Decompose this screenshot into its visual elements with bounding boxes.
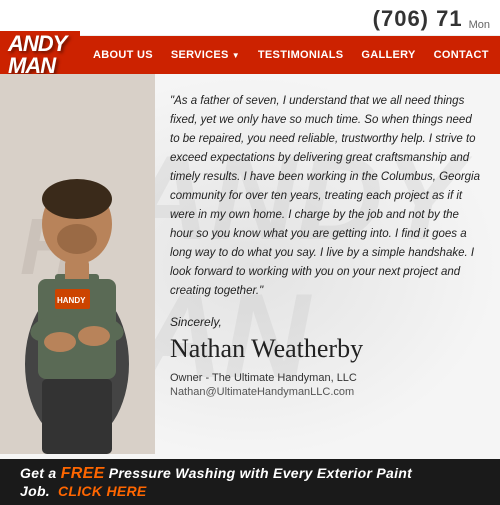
person-svg: H HANDY [0,74,155,454]
logo-area[interactable]: ANDY MAN [0,31,80,79]
logo-line1: ANDY [8,33,66,55]
owner-email: Nathan@UltimateHandymanLLC.com [170,386,480,398]
svg-text:HANDY: HANDY [57,296,86,305]
banner-prefix: Get a [20,465,61,481]
phone-number[interactable]: (706) 71 [373,6,463,32]
sincerely-text: Sincerely, [170,315,480,329]
nav-links: ABOUT US SERVICES ▼ TESTIMONIALS GALLERY… [80,36,500,74]
nav-item-contact[interactable]: CONTACT [425,36,498,74]
hours-label: Mon [469,19,490,31]
nav-item-about[interactable]: ABOUT US [84,36,162,74]
navbar: ANDY MAN ABOUT US SERVICES ▼ TESTIMONIAL… [0,36,500,74]
logo: ANDY MAN [8,33,66,77]
nav-item-testimonials[interactable]: TESTIMONIALS [249,36,353,74]
banner-free-label: FREE [61,465,105,482]
dropdown-arrow-icon: ▼ [232,51,240,60]
main-content: HANDYMAN H HANDY [0,74,500,459]
bottom-banner[interactable]: Get a FREE Pressure Washing with Every E… [0,459,500,505]
person-image-area: H HANDY [0,74,155,459]
quote-area: "As a father of seven, I understand that… [155,74,500,459]
banner-text: Get a FREE Pressure Washing with Every E… [20,465,480,499]
banner-cta[interactable]: CLICK HERE [58,483,147,499]
nav-item-gallery[interactable]: GALLERY [352,36,424,74]
signature: Nathan Weatherby [170,333,480,364]
owner-title: Owner - The Ultimate Handyman, LLC [170,370,480,387]
quote-text: "As a father of seven, I understand that… [170,92,480,301]
nav-item-services[interactable]: SERVICES ▼ [162,36,249,74]
